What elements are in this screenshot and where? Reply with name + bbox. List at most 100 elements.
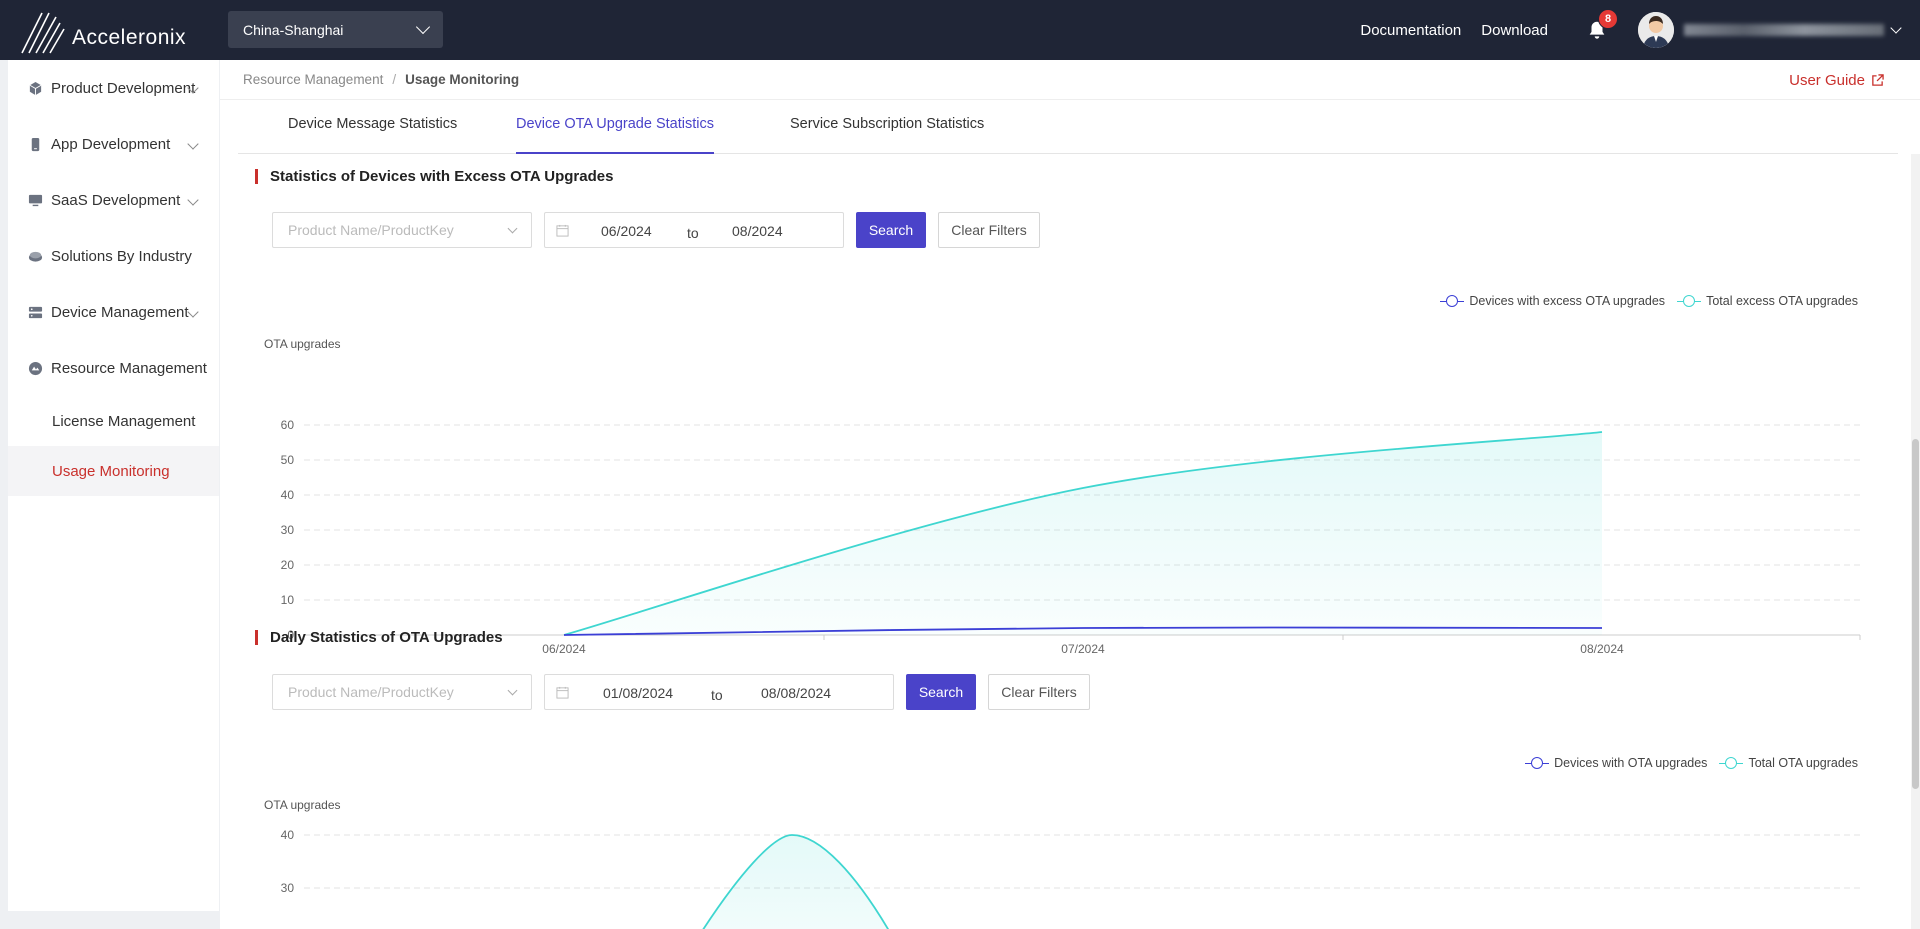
x-tick-label: 08/2024 bbox=[1580, 642, 1624, 656]
cube-icon bbox=[29, 81, 42, 95]
date-from: 06/2024 bbox=[601, 223, 652, 239]
user-avatar-icon bbox=[1638, 12, 1674, 48]
chevron-down-icon[interactable] bbox=[1890, 22, 1902, 34]
sidebar-item-resource-management[interactable]: Resource Management bbox=[8, 340, 219, 396]
external-link-icon bbox=[1872, 74, 1884, 86]
product-select-daily[interactable]: Product Name/ProductKey bbox=[272, 674, 532, 710]
sidebar-item-device-management[interactable]: Device Management bbox=[8, 284, 219, 340]
section-title-daily-ota: Daily Statistics of OTA Upgrades bbox=[255, 630, 503, 645]
legend-label: Devices with excess OTA upgrades bbox=[1469, 294, 1666, 308]
y-tick-label: 40 bbox=[281, 488, 295, 502]
resource-icon bbox=[28, 361, 43, 375]
legend-item-total[interactable]: Total OTA upgrades bbox=[1719, 756, 1858, 770]
chevron-down-icon bbox=[187, 194, 199, 206]
y-tick-label: 20 bbox=[281, 558, 295, 572]
date-to: 08/08/2024 bbox=[761, 685, 832, 701]
statistics-tabs: Device Message Statistics Device OTA Upg… bbox=[238, 100, 1898, 154]
date-from: 01/08/2024 bbox=[603, 685, 674, 701]
product-select-placeholder: Product Name/ProductKey bbox=[288, 684, 454, 700]
breadcrumb-parent[interactable]: Resource Management bbox=[243, 72, 383, 87]
brand-logo[interactable]: Acceleronix bbox=[20, 6, 200, 56]
sidebar-item-license-management[interactable]: License Management bbox=[8, 396, 219, 446]
tab-service-subscription-statistics[interactable]: Service Subscription Statistics bbox=[790, 100, 984, 154]
legend-item-total-excess[interactable]: Total excess OTA upgrades bbox=[1677, 294, 1858, 308]
scrollbar-thumb[interactable] bbox=[1912, 439, 1919, 789]
series-area-total-excess bbox=[564, 432, 1602, 635]
date-to: 08/2024 bbox=[732, 223, 783, 239]
sidebar-item-saas-development[interactable]: SaaS Development bbox=[8, 172, 219, 228]
breadcrumb-current: Usage Monitoring bbox=[405, 72, 520, 87]
section-title-excess-ota: Statistics of Devices with Excess OTA Up… bbox=[255, 169, 613, 184]
sidebar-item-label: Device Management bbox=[51, 303, 189, 321]
layers-icon bbox=[28, 251, 43, 262]
monitor-icon bbox=[28, 194, 43, 206]
chevron-down-icon bbox=[187, 138, 199, 150]
brand-name: Acceleronix bbox=[72, 26, 187, 49]
legend-marker-icon bbox=[1440, 295, 1465, 307]
clear-filters-button[interactable]: Clear Filters bbox=[938, 212, 1040, 248]
sidebar-item-label: Solutions By Industry bbox=[51, 247, 192, 265]
clear-filters-button-daily[interactable]: Clear Filters bbox=[988, 674, 1090, 710]
page-scrollbar[interactable] bbox=[1911, 154, 1920, 929]
chevron-down-icon bbox=[187, 306, 199, 318]
chevron-down-icon bbox=[415, 19, 431, 35]
main-content: Resource Management / Usage Monitoring U… bbox=[220, 60, 1920, 929]
date-to-label: to bbox=[711, 687, 723, 703]
legend-marker-icon bbox=[1525, 757, 1550, 769]
date-to-label: to bbox=[687, 225, 699, 241]
notifications-button[interactable]: 8 bbox=[1586, 9, 1618, 41]
breadcrumb-separator: / bbox=[392, 72, 397, 87]
month-range-picker[interactable]: 06/2024 to 08/2024 bbox=[544, 212, 844, 248]
user-guide-link[interactable]: User Guide bbox=[1789, 72, 1884, 89]
documentation-link[interactable]: Documentation bbox=[1360, 22, 1461, 39]
tab-device-ota-upgrade-statistics[interactable]: Device OTA Upgrade Statistics bbox=[516, 100, 714, 154]
search-button-daily[interactable]: Search bbox=[906, 674, 976, 710]
username-redacted[interactable] bbox=[1684, 24, 1884, 36]
legend-label: Total OTA upgrades bbox=[1748, 756, 1858, 770]
avatar[interactable] bbox=[1638, 12, 1674, 48]
y-tick-label: 30 bbox=[281, 523, 295, 537]
legend-label: Devices with OTA upgrades bbox=[1554, 756, 1708, 770]
chart-daily-ota-upgrades: 30 40 bbox=[281, 828, 1860, 929]
series-area-total bbox=[703, 835, 888, 929]
chevron-down-icon bbox=[507, 223, 518, 234]
sidebar-item-label: Product Development bbox=[51, 79, 196, 97]
download-link[interactable]: Download bbox=[1481, 22, 1548, 39]
sidebar: Product Development App Development SaaS… bbox=[8, 60, 219, 911]
y-tick-label: 10 bbox=[281, 593, 295, 607]
chart-excess-ota-upgrades: 010203040506006/2024 07/2024 08/2024 bbox=[281, 418, 1861, 656]
sidebar-item-usage-monitoring[interactable]: Usage Monitoring bbox=[8, 446, 219, 496]
legend-item-devices-excess[interactable]: Devices with excess OTA upgrades bbox=[1440, 294, 1665, 308]
user-guide-label: User Guide bbox=[1789, 72, 1865, 89]
x-tick-label: 06/2024 bbox=[542, 642, 586, 656]
sidebar-item-label: Resource Management bbox=[51, 359, 207, 377]
top-bar: Acceleronix China-Shanghai Documentation… bbox=[0, 0, 1920, 60]
chart1-legend: Devices with excess OTA upgrades Total e… bbox=[1428, 294, 1858, 308]
calendar-icon bbox=[556, 686, 569, 699]
y-tick-label: 60 bbox=[281, 418, 295, 432]
x-tick-label: 07/2024 bbox=[1061, 642, 1105, 656]
top-right-actions: Documentation Download 8 bbox=[1360, 0, 1920, 60]
legend-item-devices[interactable]: Devices with OTA upgrades bbox=[1525, 756, 1707, 770]
legend-label: Total excess OTA upgrades bbox=[1706, 294, 1858, 308]
legend-marker-icon bbox=[1719, 757, 1744, 769]
y-tick-label: 50 bbox=[281, 453, 295, 467]
server-icon bbox=[28, 306, 43, 318]
region-label: China-Shanghai bbox=[243, 21, 344, 38]
product-select-placeholder: Product Name/ProductKey bbox=[288, 222, 454, 238]
region-selector[interactable]: China-Shanghai bbox=[228, 11, 443, 48]
sidebar-item-product-development[interactable]: Product Development bbox=[8, 60, 219, 116]
product-select[interactable]: Product Name/ProductKey bbox=[272, 212, 532, 248]
tab-device-message-statistics[interactable]: Device Message Statistics bbox=[288, 100, 457, 154]
search-button[interactable]: Search bbox=[856, 212, 926, 248]
sidebar-item-app-development[interactable]: App Development bbox=[8, 116, 219, 172]
chart2-legend: Devices with OTA upgrades Total OTA upgr… bbox=[1513, 756, 1858, 770]
date-range-picker[interactable]: 01/08/2024 to 08/08/2024 bbox=[544, 674, 894, 710]
y-tick-label: 30 bbox=[281, 881, 295, 895]
chevron-down-icon bbox=[507, 685, 518, 696]
sidebar-item-solutions-by-industry[interactable]: Solutions By Industry bbox=[8, 228, 219, 284]
legend-marker-icon bbox=[1677, 295, 1702, 307]
logo-mark-icon bbox=[21, 12, 65, 54]
sidebar-item-label: App Development bbox=[51, 135, 171, 153]
calendar-icon bbox=[556, 224, 569, 237]
